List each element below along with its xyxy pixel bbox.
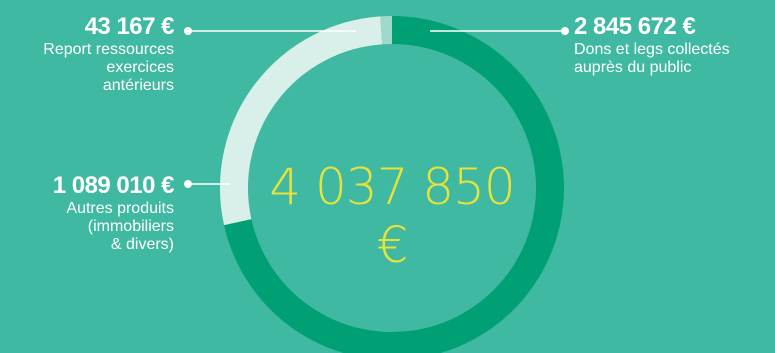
dons-amount: 2 845 672 € — [574, 13, 696, 40]
leader-report-dot — [184, 27, 192, 35]
leader-autres-dot — [184, 180, 192, 188]
autres-desc-line3: & divers) — [110, 236, 174, 254]
autres-desc-line2: (immobiliers — [87, 217, 174, 235]
autres-amount: 1 089 010 € — [52, 172, 175, 199]
label-report-ressources: 43 167 € Report ressources exercices ant… — [43, 13, 174, 96]
report-amount: 43 167 € — [84, 13, 175, 40]
dons-desc-line1: Dons et legs collectés — [574, 40, 730, 58]
report-desc-line1: Report ressources — [43, 40, 174, 58]
dons-desc-line2: auprès du public — [574, 58, 692, 76]
label-autres-produits: 1 089 010 € Autres produits (immobiliers… — [52, 172, 175, 255]
donut-total: 4 037 850 € — [269, 158, 515, 274]
leader-dons-dot — [561, 27, 569, 35]
report-desc-line3: antérieurs — [102, 77, 174, 95]
report-desc-line2: exercices — [106, 58, 174, 76]
label-dons-legs: 2 845 672 € Dons et legs collectés auprè… — [574, 13, 730, 77]
autres-desc-line1: Autres produits — [66, 199, 174, 217]
